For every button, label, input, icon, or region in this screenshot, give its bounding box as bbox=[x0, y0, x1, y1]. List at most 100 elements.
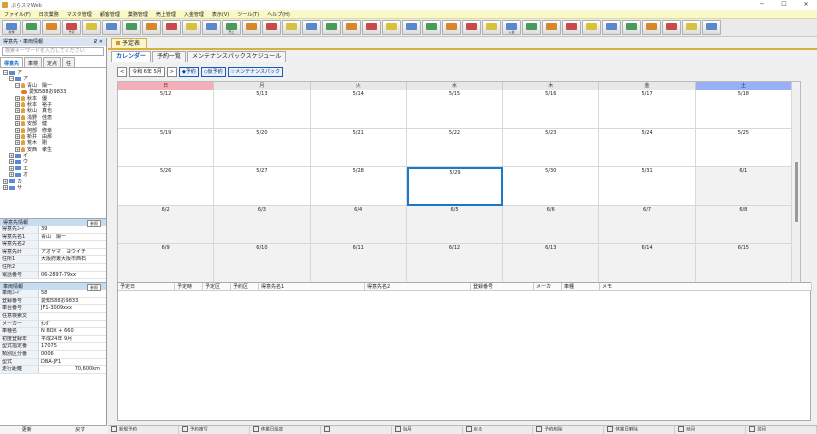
calendar-day-cell[interactable]: 6/2 bbox=[118, 205, 215, 244]
bottom-button[interactable]: 前月 bbox=[675, 426, 747, 434]
pin-close-icon[interactable]: ₽ ✕ bbox=[94, 38, 103, 46]
tree-expander-icon[interactable]: + bbox=[9, 153, 14, 159]
left-tab[interactable]: 得意先 bbox=[0, 57, 24, 67]
menu-item[interactable]: 日次業務 bbox=[35, 11, 63, 18]
toolbar-button[interactable]: 売上 bbox=[222, 20, 241, 35]
menu-item[interactable]: 表示(V) bbox=[208, 11, 233, 18]
menu-item[interactable]: 顧客管理 bbox=[96, 11, 124, 18]
menu-item[interactable]: ヘルプ(H) bbox=[263, 11, 294, 18]
menu-item[interactable]: 売上管理 bbox=[152, 11, 180, 18]
tree-node[interactable]: + サ bbox=[0, 185, 106, 191]
legend-tentative[interactable]: ◇仮予約 bbox=[200, 67, 226, 77]
schedule-doc-tab[interactable]: 予定表 bbox=[111, 38, 147, 48]
toolbar-button[interactable] bbox=[422, 20, 441, 35]
bottom-button[interactable]: 休業日解除 bbox=[604, 426, 676, 434]
left-tab[interactable]: 車検 bbox=[24, 57, 43, 67]
toolbar-button[interactable] bbox=[682, 20, 701, 35]
bottom-button[interactable]: 戻る bbox=[463, 426, 534, 434]
tree-expander-icon[interactable]: + bbox=[3, 185, 8, 191]
tree-expander-icon[interactable]: − bbox=[15, 82, 20, 88]
toolbar-button[interactable] bbox=[182, 20, 201, 35]
toolbar-button[interactable]: 新規 bbox=[2, 20, 21, 35]
toolbar-button[interactable] bbox=[482, 20, 501, 35]
calendar-day-cell[interactable]: 5/29 bbox=[406, 167, 504, 206]
tree-expander-icon[interactable]: + bbox=[15, 133, 20, 139]
list-column-header[interactable]: 予定時 bbox=[175, 283, 203, 291]
tab-maintenance-schedule[interactable]: メンテナンスパックスケジュール bbox=[187, 51, 287, 62]
toolbar-button[interactable] bbox=[602, 20, 621, 35]
toolbar-button[interactable] bbox=[382, 20, 401, 35]
calendar-day-cell[interactable]: 6/11 bbox=[310, 244, 407, 283]
left-tab[interactable]: 任 bbox=[62, 57, 76, 67]
tree-expander-icon[interactable]: + bbox=[15, 127, 20, 133]
toolbar-button[interactable]: 予定 bbox=[62, 20, 81, 35]
calendar-day-cell[interactable]: 5/30 bbox=[503, 167, 600, 206]
tree-expander-icon[interactable]: + bbox=[15, 114, 20, 120]
menu-item[interactable]: ツール(T) bbox=[233, 11, 263, 18]
calendar-day-cell[interactable]: 6/6 bbox=[503, 205, 600, 244]
tree-expander-icon[interactable]: + bbox=[3, 178, 8, 184]
list-column-header[interactable]: メモ bbox=[600, 283, 812, 291]
toolbar-button[interactable] bbox=[402, 20, 421, 35]
bottom-button[interactable]: 翌月 bbox=[746, 426, 817, 434]
list-column-header[interactable]: 予定日 bbox=[118, 283, 175, 291]
calendar-day-cell[interactable]: 5/21 bbox=[310, 128, 407, 167]
toolbar-button[interactable] bbox=[702, 20, 721, 35]
calendar-day-cell[interactable]: 6/15 bbox=[695, 244, 792, 283]
scrollbar-thumb[interactable] bbox=[795, 162, 798, 222]
tree-expander-icon[interactable]: + bbox=[15, 95, 20, 101]
close-icon[interactable]: ✕ bbox=[795, 0, 817, 10]
list-column-header[interactable]: 得意先名1 bbox=[259, 283, 365, 291]
menu-item[interactable]: 業務管理 bbox=[124, 11, 152, 18]
toolbar-button[interactable] bbox=[442, 20, 461, 35]
toolbar-button[interactable] bbox=[582, 20, 601, 35]
calendar-day-cell[interactable]: 5/26 bbox=[118, 167, 215, 206]
calendar-day-cell[interactable]: 6/13 bbox=[503, 244, 600, 283]
menu-item[interactable]: ファイル(F) bbox=[0, 11, 35, 18]
update-button[interactable]: 更新 bbox=[0, 426, 54, 434]
calendar-day-cell[interactable]: 6/1 bbox=[695, 167, 792, 206]
list-column-header[interactable]: 車種 bbox=[562, 283, 600, 291]
bottom-button[interactable]: 休業日設定 bbox=[250, 426, 321, 434]
toolbar-button[interactable] bbox=[462, 20, 481, 35]
toolbar-button[interactable] bbox=[202, 20, 221, 35]
toolbar-button[interactable] bbox=[662, 20, 681, 35]
calendar-day-cell[interactable]: 5/24 bbox=[599, 128, 696, 167]
month-select[interactable]: 令和 6年 5月 bbox=[129, 67, 165, 77]
toolbar-button[interactable] bbox=[142, 20, 161, 35]
toolbar-button[interactable] bbox=[262, 20, 281, 35]
toolbar-button[interactable] bbox=[342, 20, 361, 35]
bottom-button[interactable]: 当月 bbox=[392, 426, 463, 434]
calendar-scrollbar[interactable] bbox=[791, 82, 800, 304]
calendar-day-cell[interactable]: 5/14 bbox=[310, 90, 407, 129]
legend-maintenance-pack[interactable]: ☆メンテナンスパック bbox=[227, 67, 284, 77]
customer-ref-button[interactable]: 参照 bbox=[87, 220, 101, 227]
next-month-button[interactable]: > bbox=[166, 67, 177, 77]
calendar-day-cell[interactable]: 5/31 bbox=[599, 167, 696, 206]
list-column-header[interactable]: 予定区 bbox=[203, 283, 231, 291]
calendar-day-cell[interactable]: 5/19 bbox=[118, 128, 215, 167]
tree-expander-icon[interactable]: − bbox=[9, 76, 14, 82]
calendar-day-cell[interactable]: 6/4 bbox=[310, 205, 407, 244]
menu-item[interactable]: 入金管理 bbox=[180, 11, 208, 18]
minimize-icon[interactable]: ─ bbox=[751, 0, 773, 10]
calendar-day-cell[interactable]: 6/10 bbox=[214, 244, 311, 283]
calendar-day-cell[interactable]: 6/8 bbox=[695, 205, 792, 244]
toolbar-button[interactable] bbox=[362, 20, 381, 35]
toolbar-button[interactable] bbox=[302, 20, 321, 35]
tab-reservation-list[interactable]: 予約一覧 bbox=[152, 51, 187, 62]
calendar-day-cell[interactable]: 5/12 bbox=[118, 90, 215, 129]
toolbar-button[interactable]: 入金 bbox=[502, 20, 521, 35]
tree-expander-icon[interactable]: + bbox=[15, 146, 20, 152]
vehicle-ref-button[interactable]: 参照 bbox=[87, 284, 101, 292]
toolbar-button[interactable] bbox=[642, 20, 661, 35]
prev-month-button[interactable]: < bbox=[117, 67, 128, 77]
toolbar-button[interactable] bbox=[42, 20, 61, 35]
calendar-day-cell[interactable]: 6/12 bbox=[406, 244, 504, 283]
tree-expander-icon[interactable]: + bbox=[9, 172, 14, 178]
calendar-day-cell[interactable]: 5/15 bbox=[406, 90, 504, 129]
bottom-button[interactable]: 予約複写 bbox=[179, 426, 250, 434]
toolbar-button[interactable] bbox=[622, 20, 641, 35]
calendar-day-cell[interactable]: 5/25 bbox=[695, 128, 792, 167]
calendar-day-cell[interactable]: 6/5 bbox=[406, 205, 504, 244]
